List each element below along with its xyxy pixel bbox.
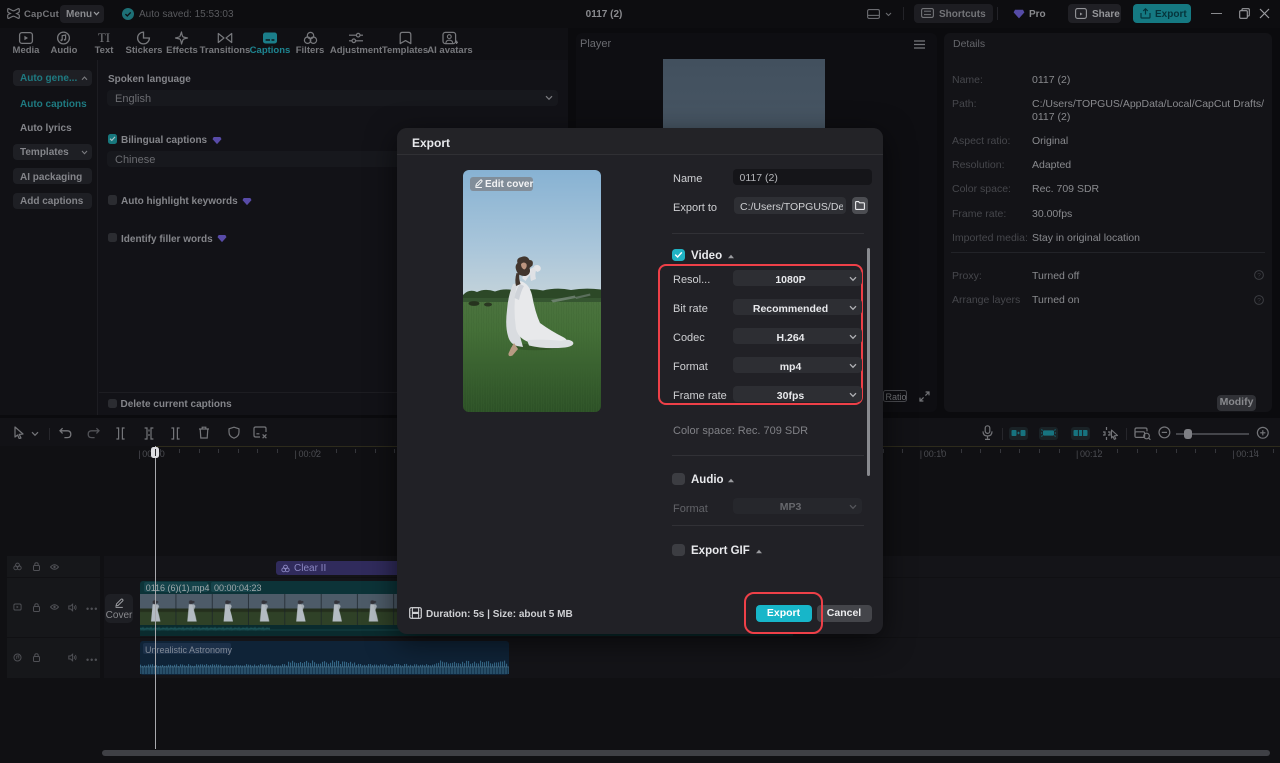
svg-text:?: ? <box>1257 272 1261 279</box>
svg-text:?: ? <box>1257 297 1261 304</box>
